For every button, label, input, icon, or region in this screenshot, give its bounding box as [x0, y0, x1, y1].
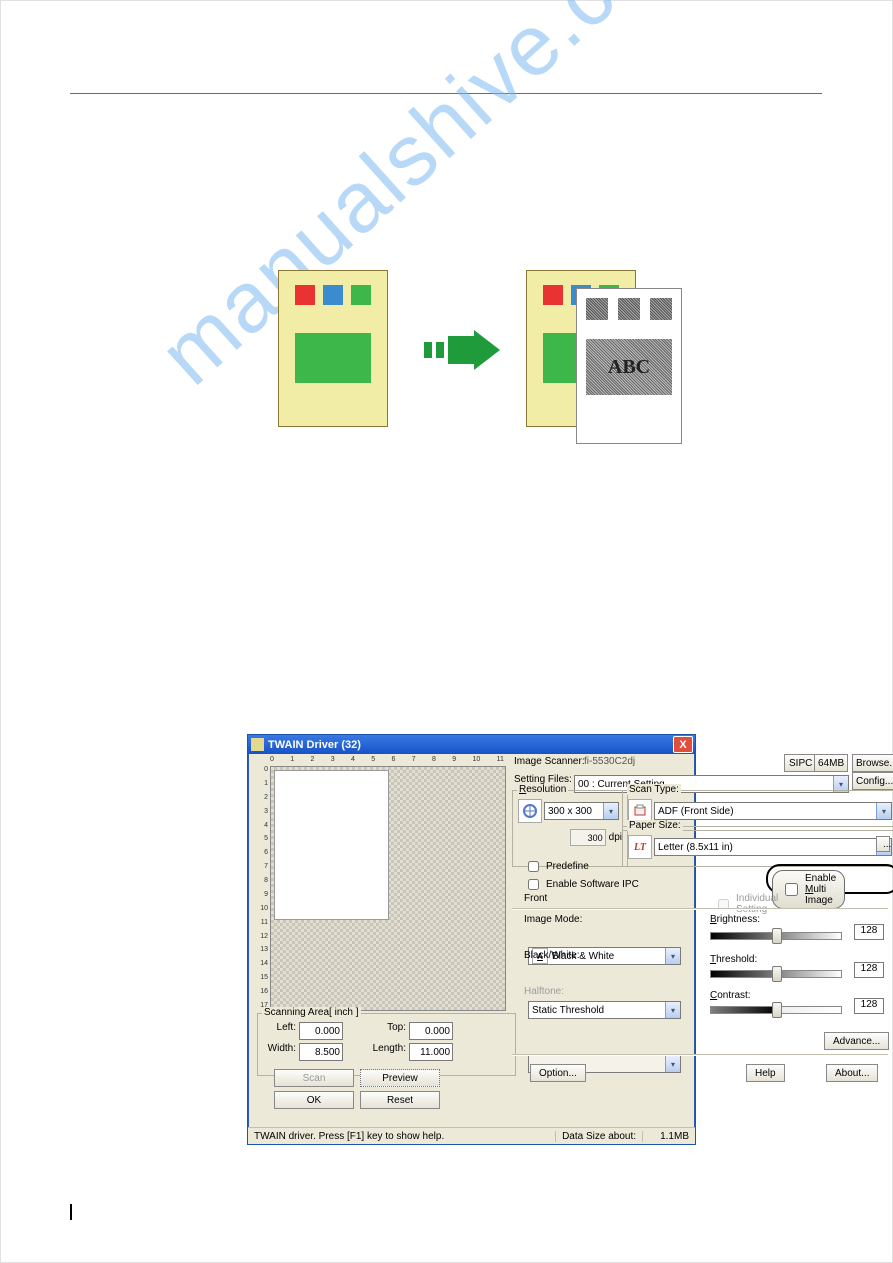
contrast-label: Contrast:Contrast:	[710, 990, 751, 1001]
titlebar[interactable]: TWAIN Driver (32) X	[248, 735, 695, 754]
front-label: Front	[524, 893, 547, 904]
threshold-value[interactable]: 128	[854, 962, 884, 978]
resolution-icon	[518, 799, 542, 823]
paper-size-group: Paper Size: LT Letter (8.5x11 in)	[622, 826, 893, 867]
halftone-label: Halftone:	[524, 986, 564, 997]
sipc-button[interactable]: SIPC	[784, 754, 817, 772]
ok-button[interactable]: OK	[274, 1091, 354, 1109]
preview-area[interactable]	[270, 766, 506, 1011]
output-doc: ABC	[576, 288, 682, 444]
resolution-group: RResolutionesolution 300 x 300 dpi	[512, 790, 628, 867]
scanning-area-group: Scanning Area[ inch ] Left: Top: Width: …	[257, 1013, 516, 1076]
scanning-area-label: Scanning Area[ inch ]	[262, 1007, 361, 1018]
divider	[512, 908, 888, 910]
black-white-label: Black/White:	[524, 950, 580, 961]
window-title: TWAIN Driver (32)	[268, 739, 673, 751]
ruler-vertical: 01234567891011121314151617	[257, 766, 268, 1009]
app-icon	[251, 738, 264, 751]
left-label: Left:	[263, 1022, 296, 1040]
about-button[interactable]: About...	[826, 1064, 878, 1082]
green-rect	[295, 333, 371, 383]
browse-button[interactable]: Browse...	[852, 754, 893, 772]
length-label: Length:	[346, 1043, 406, 1061]
dpi-label: dpi	[609, 832, 622, 843]
source-doc	[278, 270, 388, 427]
brightness-slider[interactable]	[710, 928, 840, 942]
threshold-label: Threshold:Threshold:	[710, 954, 757, 965]
left-input[interactable]	[299, 1022, 343, 1040]
twain-driver-window: TWAIN Driver (32) X 01234567891011 01234…	[247, 734, 696, 1145]
length-input[interactable]	[409, 1043, 453, 1061]
reset-button[interactable]: Reset	[360, 1091, 440, 1109]
scan-button[interactable]: Scan	[274, 1069, 354, 1087]
memory-button[interactable]: 64MB	[814, 754, 848, 772]
width-label: Width:	[263, 1043, 296, 1061]
gray-rect: ABC	[586, 339, 672, 395]
config-button[interactable]: Config...	[852, 772, 893, 790]
scanner-value: fi-5530C2dj	[584, 756, 635, 767]
enable-multi-image-checkbox[interactable]: Enable Multi ImageEnable Multi Image	[772, 870, 845, 909]
preview-page	[274, 770, 389, 920]
brightness-label: Brightness:Brightness:	[710, 914, 760, 925]
red-square	[295, 285, 315, 305]
close-button[interactable]: X	[673, 736, 693, 753]
paper-size-label: Paper Size:	[627, 820, 683, 831]
page-number	[70, 1204, 83, 1220]
status-text: TWAIN driver. Press [F1] key to show hel…	[248, 1131, 555, 1142]
top-label: Top:	[346, 1022, 406, 1040]
blue-square	[323, 285, 343, 305]
paper-size-icon: LT	[628, 835, 652, 859]
enable-software-ipc-checkbox[interactable]: Enable Software IPC	[524, 876, 639, 893]
predefine-checkbox[interactable]: Predefine	[524, 858, 589, 875]
resolution-custom-input[interactable]	[570, 829, 606, 846]
individual-setting-checkbox: Individual Setting	[714, 893, 778, 915]
advance-button[interactable]: Advance...	[824, 1032, 889, 1050]
scanner-label: Image Scanner:	[514, 756, 585, 767]
option-button[interactable]: Option...	[530, 1064, 586, 1082]
help-button[interactable]: Help	[746, 1064, 785, 1082]
illustration: ABC	[278, 270, 683, 445]
green-square	[351, 285, 371, 305]
paper-size-select[interactable]: Letter (8.5x11 in)	[654, 838, 892, 856]
paper-size-more-button[interactable]: ...	[876, 836, 890, 852]
threshold-slider[interactable]	[710, 966, 840, 980]
divider2	[512, 1054, 888, 1056]
statusbar: TWAIN driver. Press [F1] key to show hel…	[248, 1127, 695, 1144]
contrast-value[interactable]: 128	[854, 998, 884, 1014]
image-mode-label: Image Mode:	[524, 914, 582, 925]
contrast-slider[interactable]	[710, 1002, 840, 1016]
data-size-label: Data Size about:	[555, 1131, 643, 1142]
black-white-select[interactable]: Static Threshold	[528, 1001, 681, 1019]
data-size-value: 1.1MB	[643, 1131, 695, 1142]
scan-type-select[interactable]: ADF (Front Side)	[654, 802, 892, 820]
header-divider	[70, 93, 822, 94]
brightness-value[interactable]: 128	[854, 924, 884, 940]
gray-square	[586, 298, 608, 320]
resolution-select[interactable]: 300 x 300	[544, 802, 619, 820]
arrow-icon	[424, 330, 502, 370]
scan-type-label: Scan Type:	[627, 784, 681, 795]
width-input[interactable]	[299, 1043, 343, 1061]
resolution-label: RResolutionesolution	[517, 784, 568, 795]
top-input[interactable]	[409, 1022, 453, 1040]
preview-button[interactable]: Preview	[360, 1069, 440, 1087]
ruler-horizontal: 01234567891011	[270, 756, 504, 766]
